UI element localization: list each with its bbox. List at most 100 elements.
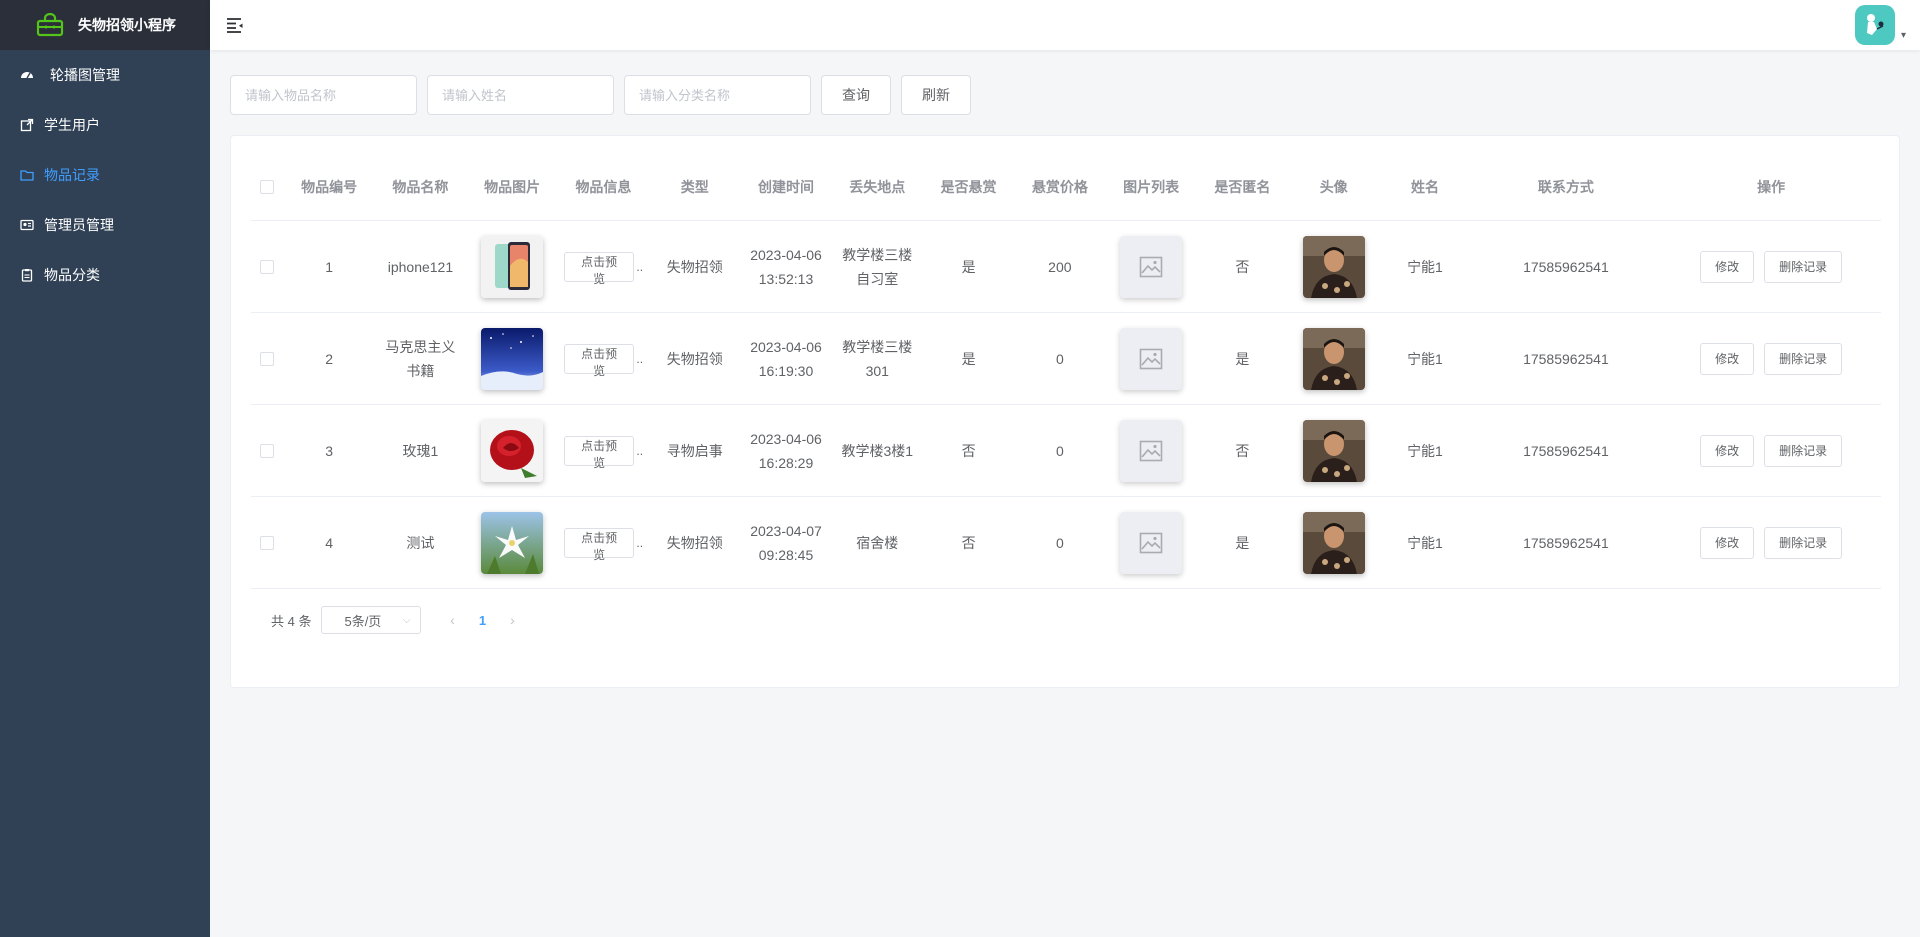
row-checkbox[interactable] bbox=[260, 535, 275, 550]
has-reward: 是 bbox=[961, 258, 976, 275]
item-image-flower[interactable] bbox=[481, 511, 544, 574]
image-placeholder-icon[interactable] bbox=[1120, 511, 1183, 574]
user-menu[interactable]: ▾ bbox=[1854, 5, 1906, 45]
created-time: 16:19:30 bbox=[758, 362, 814, 379]
preview-button[interactable]: 点击预览 bbox=[563, 527, 635, 562]
created-date: 2023-04-06 bbox=[750, 246, 822, 263]
col-header: 姓名 bbox=[1410, 178, 1439, 195]
sidebar: 失物招领小程序 轮播图管理 学生用户 物品记录 管理员管理 物品分类 bbox=[0, 0, 210, 937]
category-search-input[interactable] bbox=[624, 75, 811, 115]
person-avatar[interactable] bbox=[1302, 235, 1365, 298]
item-id: 2 bbox=[325, 350, 334, 367]
lost-location: 宿舍楼 bbox=[856, 534, 899, 551]
preview-button[interactable]: 点击预览 bbox=[563, 251, 635, 286]
total-count: 共 4 条 bbox=[271, 613, 312, 629]
delete-button[interactable]: 删除记录 bbox=[1764, 250, 1843, 283]
image-placeholder-icon[interactable] bbox=[1120, 235, 1183, 298]
has-reward: 是 bbox=[961, 350, 976, 367]
item-name: 马克思主义书籍 bbox=[385, 338, 456, 379]
item-id: 1 bbox=[325, 258, 334, 275]
delete-button[interactable]: 删除记录 bbox=[1764, 526, 1843, 559]
created-time: 16:28:29 bbox=[758, 454, 814, 471]
row-checkbox[interactable] bbox=[260, 351, 275, 366]
sidebar-menu: 轮播图管理 学生用户 物品记录 管理员管理 物品分类 bbox=[0, 50, 210, 300]
brand: 失物招领小程序 bbox=[0, 0, 210, 50]
image-placeholder-icon[interactable] bbox=[1120, 327, 1183, 390]
created-time: 13:52:13 bbox=[758, 270, 814, 287]
records-table: 物品编号 物品名称 物品图片 物品信息 类型 创建时间 丢失地点 是否悬赏 悬赏… bbox=[251, 153, 1881, 589]
user-avatar-icon bbox=[1866, 14, 1884, 35]
row-checkbox[interactable] bbox=[260, 443, 275, 458]
sidebar-item-admins[interactable]: 管理员管理 bbox=[0, 200, 210, 250]
query-button[interactable]: 查询 bbox=[821, 75, 891, 115]
sidebar-item-categories[interactable]: 物品分类 bbox=[0, 250, 210, 300]
person-avatar[interactable] bbox=[1302, 327, 1365, 390]
reward-price: 0 bbox=[1055, 442, 1064, 459]
external-link-icon bbox=[20, 118, 34, 132]
row-checkbox[interactable] bbox=[260, 259, 275, 274]
person-avatar[interactable] bbox=[1302, 419, 1365, 482]
person-name: 宁能1 bbox=[1407, 350, 1443, 367]
item-image-phone[interactable] bbox=[481, 235, 544, 298]
sidebar-item-label: 物品记录 bbox=[44, 167, 100, 183]
sidebar-item-label: 物品分类 bbox=[44, 267, 100, 283]
is-anonymous: 否 bbox=[1235, 442, 1250, 459]
created-date: 2023-04-07 bbox=[750, 522, 822, 539]
person-name-search-input[interactable] bbox=[427, 75, 614, 115]
edit-button[interactable]: 修改 bbox=[1700, 434, 1755, 467]
hamburger-icon[interactable] bbox=[226, 16, 244, 34]
col-header: 丢失地点 bbox=[849, 178, 906, 195]
page-size-select[interactable]: 5条/页 ⌵ bbox=[321, 606, 422, 634]
col-header: 物品名称 bbox=[392, 178, 449, 195]
avatar[interactable] bbox=[1854, 5, 1895, 45]
contact-phone: 17585962541 bbox=[1523, 258, 1609, 275]
person-avatar[interactable] bbox=[1302, 511, 1365, 574]
clipboard-icon bbox=[20, 268, 34, 282]
page-number[interactable]: 1 bbox=[467, 613, 497, 628]
search-bar: 查询 刷新 bbox=[230, 75, 971, 115]
delete-button[interactable]: 删除记录 bbox=[1764, 434, 1843, 467]
next-page-icon[interactable]: › bbox=[497, 612, 527, 628]
main-content: 查询 刷新 物品编号 物品名称 物品图片 物品信息 类型 创建时间 丢失地点 是… bbox=[210, 50, 1920, 937]
select-all-checkbox[interactable] bbox=[260, 179, 275, 194]
prev-page-icon[interactable]: ‹ bbox=[437, 612, 467, 628]
sidebar-item-item-records[interactable]: 物品记录 bbox=[0, 150, 210, 200]
sidebar-item-label: 学生用户 bbox=[44, 117, 100, 133]
sidebar-item-label: 管理员管理 bbox=[44, 217, 114, 233]
item-type: 寻物启事 bbox=[666, 442, 723, 459]
col-header: 创建时间 bbox=[758, 178, 814, 195]
pagination: 共 4 条 5条/页 ⌵ ‹ 1 › bbox=[271, 606, 527, 634]
preview-button[interactable]: 点击预览 bbox=[563, 435, 635, 470]
contact-phone: 17585962541 bbox=[1523, 534, 1609, 551]
refresh-button[interactable]: 刷新 bbox=[901, 75, 971, 115]
col-header: 悬赏价格 bbox=[1031, 178, 1088, 195]
table-row: 4 测试 点击预览.. 失物招领 2023-04-07 09:28:45 宿舍楼 … bbox=[251, 497, 1881, 589]
col-header: 物品编号 bbox=[301, 178, 358, 195]
sidebar-item-carousel[interactable]: 轮播图管理 bbox=[0, 50, 210, 100]
is-anonymous: 是 bbox=[1235, 350, 1250, 367]
item-name-search-input[interactable] bbox=[230, 75, 417, 115]
has-reward: 否 bbox=[961, 442, 976, 459]
folder-icon bbox=[20, 168, 34, 182]
col-header: 是否匿名 bbox=[1214, 178, 1271, 195]
edit-button[interactable]: 修改 bbox=[1700, 250, 1755, 283]
col-header: 联系方式 bbox=[1537, 178, 1594, 195]
lost-location: 教学楼三楼自习室 bbox=[842, 246, 913, 287]
records-card: 物品编号 物品名称 物品图片 物品信息 类型 创建时间 丢失地点 是否悬赏 悬赏… bbox=[230, 135, 1900, 688]
col-header: 操作 bbox=[1757, 178, 1786, 195]
preview-button[interactable]: 点击预览 bbox=[563, 343, 635, 378]
sidebar-item-label: 轮播图管理 bbox=[50, 67, 120, 83]
image-placeholder-icon[interactable] bbox=[1120, 419, 1183, 482]
item-image-rose[interactable] bbox=[481, 419, 544, 482]
edit-button[interactable]: 修改 bbox=[1700, 342, 1755, 375]
edit-button[interactable]: 修改 bbox=[1700, 526, 1755, 559]
item-id: 4 bbox=[325, 534, 334, 551]
item-name: 玫瑰1 bbox=[402, 442, 439, 459]
top-navbar: ▾ bbox=[210, 0, 1920, 50]
is-anonymous: 是 bbox=[1235, 534, 1250, 551]
lost-location: 教学楼三楼301 bbox=[842, 338, 913, 379]
item-image-night[interactable] bbox=[481, 327, 544, 390]
sidebar-item-students[interactable]: 学生用户 bbox=[0, 100, 210, 150]
table-row: 2 马克思主义书籍 点击预览.. 失物招领 2023-04-06 16:19:30… bbox=[251, 313, 1881, 405]
delete-button[interactable]: 删除记录 bbox=[1764, 342, 1843, 375]
